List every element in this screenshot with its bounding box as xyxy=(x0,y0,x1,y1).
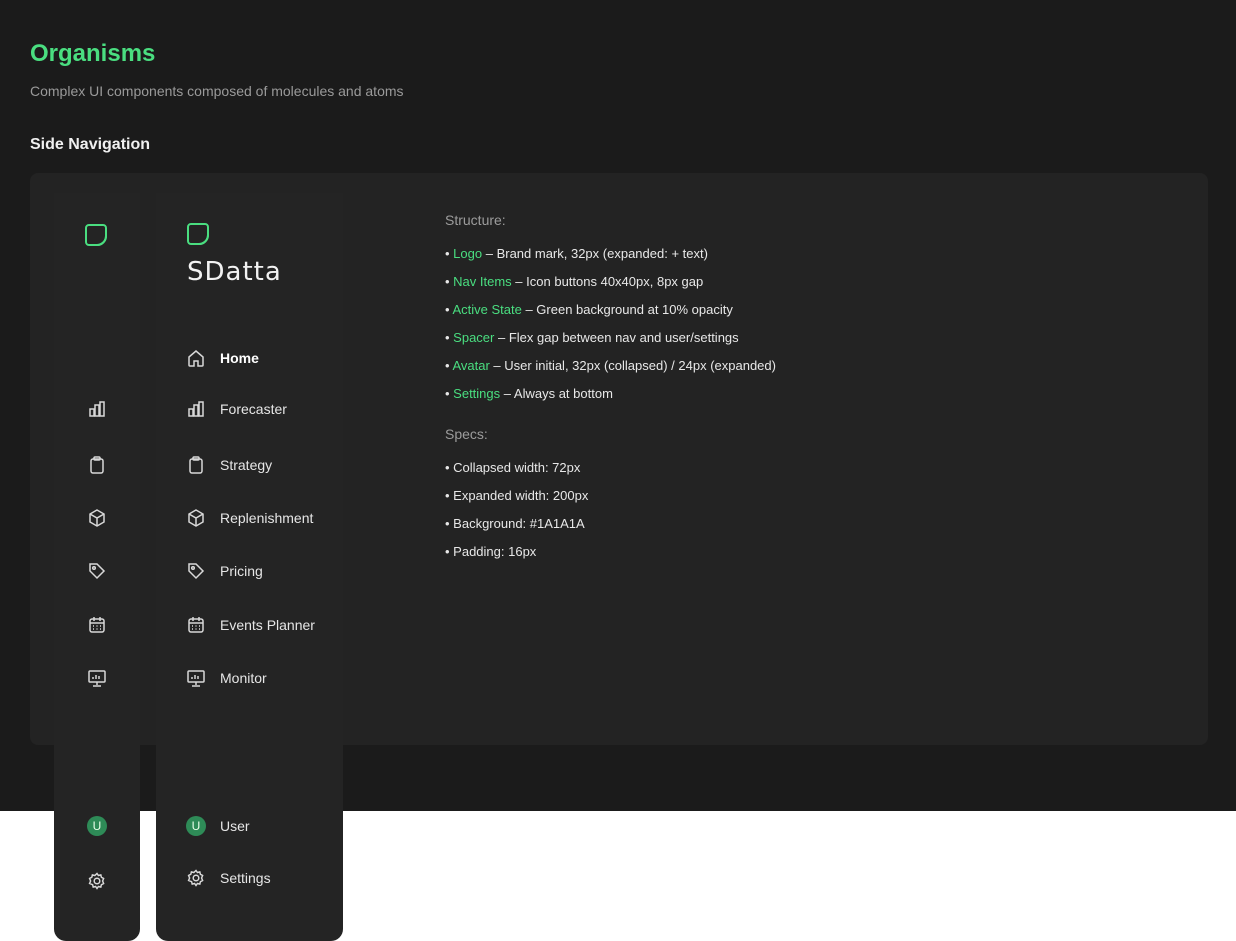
user-avatar: U xyxy=(87,816,107,836)
info-panel: Structure: • Logo – Brand mark, 32px (ex… xyxy=(445,212,1145,571)
spec-text: Padding: 16px xyxy=(453,544,537,559)
collapsed-nav-strategy[interactable] xyxy=(76,445,118,485)
collapsed-settings-button[interactable] xyxy=(76,861,118,901)
structure-term: Avatar xyxy=(452,358,490,373)
collapsed-user-avatar-button[interactable]: U xyxy=(76,806,118,846)
spec-text: Expanded width: 200px xyxy=(453,488,589,503)
sidebar-item-events-planner[interactable]: Events Planner xyxy=(186,605,315,645)
sidebar-item-user[interactable]: U User xyxy=(186,806,250,846)
spec-item: • Background: #1A1A1A xyxy=(445,516,585,531)
structure-term: Logo xyxy=(453,246,483,261)
sidebar-item-label: Settings xyxy=(220,870,271,886)
sidebar-item-label: Home xyxy=(220,350,259,366)
sidebar-item-strategy[interactable]: Strategy xyxy=(186,445,272,485)
clipboard-icon xyxy=(87,455,107,475)
collapsed-nav-replenishment[interactable] xyxy=(76,498,118,538)
spec-text: Background: #1A1A1A xyxy=(453,516,585,531)
structure-term: Spacer xyxy=(453,330,495,345)
monitor-icon xyxy=(186,668,206,688)
structure-item: • Nav Items – Icon buttons 40x40px, 8px … xyxy=(445,274,704,289)
spec-item: • Padding: 16px xyxy=(445,544,537,559)
gear-icon xyxy=(186,868,206,888)
box-icon xyxy=(186,508,206,528)
structure-item: • Spacer – Flex gap between nav and user… xyxy=(445,330,739,345)
structure-item: • Active State – Green background at 10%… xyxy=(445,302,733,317)
sidebar-item-settings[interactable]: Settings xyxy=(186,858,271,898)
home-icon xyxy=(186,348,206,368)
sidebar-item-label: Events Planner xyxy=(220,617,315,633)
brand-logo-icon[interactable] xyxy=(186,222,210,246)
tag-icon xyxy=(186,561,206,581)
box-icon xyxy=(87,508,107,528)
sidebar-expanded: SDatta Home Forecaster Strategy Replenis… xyxy=(156,193,343,941)
structure-term: Settings xyxy=(453,386,501,401)
specs-heading: Specs: xyxy=(445,426,488,442)
page-title: Organisms xyxy=(30,40,156,67)
sidebar-item-label: Replenishment xyxy=(220,510,314,526)
collapsed-nav-forecaster[interactable] xyxy=(76,389,118,429)
sidebar-item-replenishment[interactable]: Replenishment xyxy=(186,498,313,538)
spec-text: Collapsed width: 72px xyxy=(453,460,581,475)
sidebar-item-label: Pricing xyxy=(220,563,263,579)
structure-item: • Settings – Always at bottom xyxy=(445,386,613,401)
structure-desc: Flex gap between nav and user/settings xyxy=(508,330,739,345)
sidebar-item-label: Forecaster xyxy=(220,401,287,417)
user-avatar: U xyxy=(186,816,206,836)
sidebar-item-label: Monitor xyxy=(220,670,267,686)
page-subtitle: Complex UI components composed of molecu… xyxy=(30,83,404,99)
structure-item: • Logo – Brand mark, 32px (expanded: + t… xyxy=(445,246,708,261)
structure-desc: Icon buttons 40x40px, 8px gap xyxy=(526,274,704,289)
sidebar-item-label: Strategy xyxy=(220,457,273,473)
collapsed-nav-monitor[interactable] xyxy=(76,658,118,698)
collapsed-nav-events-planner[interactable] xyxy=(76,605,118,645)
collapsed-nav-pricing[interactable] xyxy=(76,551,118,591)
calendar-icon xyxy=(87,615,107,635)
bar-chart-icon xyxy=(186,399,206,419)
spec-item: • Expanded width: 200px xyxy=(445,488,589,503)
gear-icon xyxy=(87,871,107,891)
structure-term: Nav Items xyxy=(453,274,512,289)
structure-desc: Green background at 10% opacity xyxy=(536,302,733,317)
sidebar-item-label: User xyxy=(220,818,250,834)
structure-desc: Brand mark, 32px (expanded: + text) xyxy=(496,246,708,261)
sidebar-item-forecaster[interactable]: Forecaster xyxy=(186,389,287,429)
bar-chart-icon xyxy=(87,399,107,419)
structure-heading: Structure: xyxy=(445,212,506,228)
tag-icon xyxy=(87,561,107,581)
sidebar-item-home[interactable]: Home xyxy=(186,338,259,378)
structure-item: • Avatar – User initial, 32px (collapsed… xyxy=(445,358,776,373)
calendar-icon xyxy=(186,615,206,635)
section-title: Side Navigation xyxy=(30,136,151,153)
structure-term: Active State xyxy=(452,302,522,317)
brand-wordmark: SDatta xyxy=(187,257,282,287)
clipboard-icon xyxy=(186,455,206,475)
spec-item: • Collapsed width: 72px xyxy=(445,460,581,475)
monitor-icon xyxy=(87,668,107,688)
sidebar-item-monitor[interactable]: Monitor xyxy=(186,658,267,698)
sidebar-item-pricing[interactable]: Pricing xyxy=(186,551,263,591)
structure-desc: Always at bottom xyxy=(513,386,613,401)
structure-desc: User initial, 32px (collapsed) / 24px (e… xyxy=(504,358,776,373)
sidebar-collapsed: U xyxy=(54,193,140,941)
brand-logo-icon[interactable] xyxy=(84,223,108,247)
